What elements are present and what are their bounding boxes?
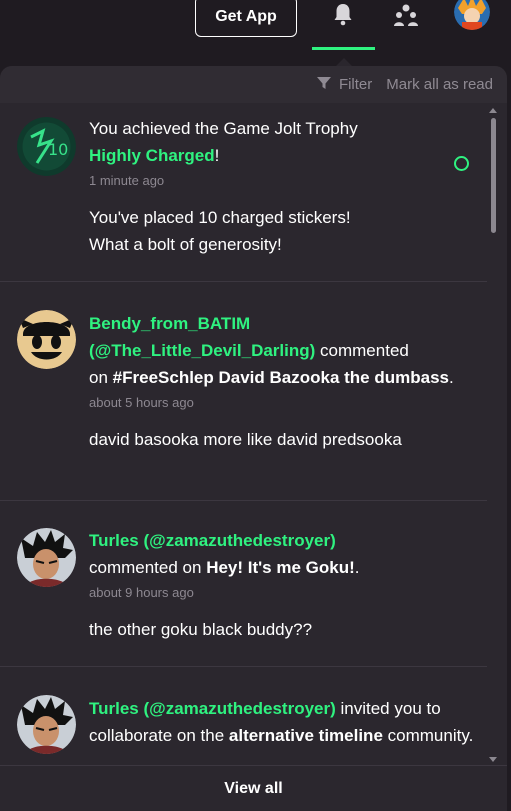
user-link[interactable]: Turles (@zamazuthedestroyer) <box>89 699 336 718</box>
post-link[interactable]: Hey! It's me Goku! <box>206 558 355 577</box>
action-text: on <box>89 368 108 387</box>
timestamp: about 9 hours ago <box>89 585 194 600</box>
filter-label: Filter <box>338 76 373 93</box>
filter-icon <box>316 76 331 94</box>
svg-text:10: 10 <box>48 140 68 159</box>
list-item[interactable]: 10 You achieved the Game Jolt Trophy Hig… <box>0 103 490 280</box>
timestamp: 1 minute ago <box>89 173 165 188</box>
comment-text: the other goku black buddy?? <box>89 620 313 639</box>
notification-text: You achieved the Game Jolt Trophy <box>89 119 358 138</box>
scrollbar-thumb[interactable] <box>491 118 496 233</box>
action-text: commented on <box>89 558 202 577</box>
friends-icon[interactable] <box>393 3 419 27</box>
punctuation: ! <box>214 146 220 165</box>
punctuation: . <box>354 558 360 577</box>
filter-button[interactable]: Filter <box>316 76 373 94</box>
user-link[interactable]: Turles (@zamazuthedestroyer) <box>89 531 336 550</box>
punctuation: . <box>449 368 454 387</box>
mark-all-read-button[interactable]: Mark all as read <box>386 76 493 93</box>
bendy-avatar[interactable] <box>17 310 76 369</box>
scroll-down-arrow[interactable] <box>489 757 497 762</box>
trophy-name[interactable]: Highly Charged <box>89 146 215 165</box>
panel-header: Filter Mark all as read <box>0 66 507 103</box>
active-tab-indicator <box>312 47 375 50</box>
user-link[interactable]: Bendy_from_BATIM <box>89 314 250 333</box>
timestamp: about 5 hours ago <box>89 395 194 410</box>
community-link[interactable]: alternative timeline <box>229 726 383 745</box>
turles-avatar[interactable] <box>17 695 76 754</box>
notification-body-line: What a bolt of generosity! <box>89 235 282 254</box>
action-text: commented <box>320 341 409 360</box>
action-text: community. <box>387 726 474 745</box>
list-item[interactable]: Bendy_from_BATIM (@The_Little_Devil_Darl… <box>0 282 490 500</box>
turles-avatar[interactable] <box>17 528 76 587</box>
trophy-avatar: 10 <box>17 117 76 176</box>
comment-text: david basooka more like david predsooka <box>89 430 402 449</box>
top-bar: Get App <box>0 0 511 50</box>
notification-list: 10 You achieved the Game Jolt Trophy Hig… <box>0 103 490 768</box>
bell-icon[interactable] <box>332 2 354 26</box>
list-item[interactable]: Turles (@zamazuthedestroyer) invited you… <box>0 667 490 768</box>
user-avatar[interactable] <box>454 0 490 30</box>
list-item[interactable]: Turles (@zamazuthedestroyer) commented o… <box>0 501 490 666</box>
notification-body-line: You've placed 10 charged stickers! <box>89 208 351 227</box>
user-handle[interactable]: (@The_Little_Devil_Darling) <box>89 341 315 360</box>
post-link[interactable]: #FreeSchlep David Bazooka the dumbass <box>113 368 449 387</box>
scroll-up-arrow[interactable] <box>489 108 497 113</box>
get-app-button[interactable]: Get App <box>195 0 297 37</box>
view-all-button[interactable]: View all <box>0 765 507 811</box>
notifications-panel: Filter Mark all as read 10 You achieved … <box>0 66 507 811</box>
